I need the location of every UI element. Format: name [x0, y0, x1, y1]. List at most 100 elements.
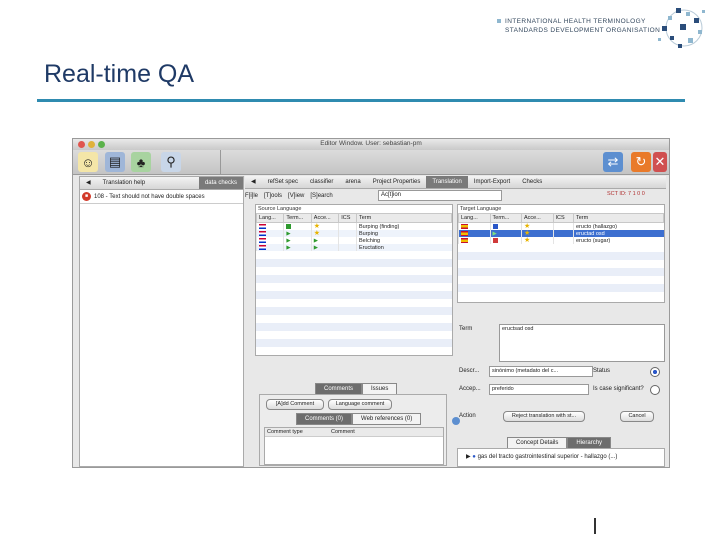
term-cell: Burping — [356, 230, 452, 237]
add-comment-button[interactable]: [A]dd Comment — [266, 399, 324, 410]
tab-comments-count[interactable]: Comments (0) — [296, 413, 353, 425]
us-flag-icon — [259, 244, 266, 250]
col-lang[interactable]: Lang... — [458, 213, 491, 223]
synonym-icon: ▶ — [286, 230, 291, 237]
editor-window: Editor Window. User: sebastian-pm ☺ ▤ ♣ … — [72, 138, 670, 468]
tab-arena[interactable]: arena — [339, 176, 366, 188]
tab-back-arrow-main[interactable]: ◀ — [245, 176, 262, 188]
table-row-selected[interactable]: ▶ ★ eructad osd — [458, 230, 664, 237]
sync-icon[interactable]: ⇄ — [603, 152, 623, 172]
error-icon: ■ — [82, 192, 91, 201]
help-icon[interactable] — [452, 417, 460, 425]
description-type-select[interactable]: sinónimo (metadato del c... — [489, 366, 593, 377]
col-ics[interactable]: ICS — [338, 213, 357, 223]
preferred-star-icon: ★ — [524, 222, 531, 230]
term-cell: eructo (sugar) — [573, 237, 664, 244]
source-terms-table: Lang... Term... Acce... ICS Term ★ Burpin… — [255, 213, 452, 251]
left-tabbar: ◀ Translation help data checks — [80, 177, 243, 190]
acceptability-label: Accep... — [459, 386, 481, 392]
tab-classifier[interactable]: classifier — [304, 176, 339, 188]
language-comment-select[interactable]: Language comment — [328, 399, 392, 410]
table-header: Lang... Term... Acce... ICS Term — [458, 213, 664, 223]
edit-icon[interactable]: ▤ — [105, 152, 125, 172]
col-ics[interactable]: ICS — [552, 213, 575, 223]
table-row[interactable]: ★ Burping (finding) — [255, 222, 452, 230]
synonym-icon: ▶ — [286, 237, 291, 244]
expand-icon[interactable]: ▶ — [466, 454, 471, 460]
menu-file[interactable]: F[i]le — [245, 193, 258, 199]
col-lang[interactable]: Lang... — [255, 213, 285, 223]
qa-message-text: 108 - Text should not have double spaces — [94, 193, 205, 200]
col-term-type[interactable]: Term... — [489, 213, 523, 223]
col-acceptability[interactable]: Acce... — [310, 213, 340, 223]
us-flag-icon — [259, 230, 266, 236]
preferred-star-icon: ★ — [313, 222, 321, 230]
main-area: ◀ refSet spec classifier arena Project P… — [245, 176, 666, 467]
tab-translation[interactable]: Translation — [426, 176, 468, 188]
table-row[interactable]: ★ eructo (sugar) — [458, 236, 664, 244]
preferred-star-icon: ★ — [524, 236, 531, 244]
org-name: INTERNATIONAL HEALTH TERMINOLOGY STANDAR… — [497, 17, 660, 35]
term-cell: Belching — [356, 237, 452, 244]
fsn-icon — [286, 223, 292, 229]
org-logo-icon — [658, 8, 705, 48]
col-term[interactable]: Term — [573, 213, 664, 223]
term-label: Term — [459, 326, 473, 332]
retired-icon — [492, 237, 498, 243]
hierarchy-row[interactable]: ▶ ● gas del tracto gastrointestinal supe… — [458, 449, 664, 460]
refresh-icon[interactable]: ↻ — [631, 152, 651, 172]
action-field[interactable]: Ac[t]ion — [378, 190, 502, 201]
qa-message[interactable]: ■ 108 - Text should not have double spac… — [82, 192, 205, 201]
col-acceptability[interactable]: Acce... — [521, 213, 554, 223]
tree-icon[interactable]: ♣ — [131, 152, 151, 172]
concept-icon: ● — [472, 454, 476, 460]
synonym-icon: ▶ — [286, 244, 291, 251]
action-select[interactable]: Reject translation with st... — [503, 411, 585, 422]
empty-rows — [458, 244, 664, 298]
concept-details-panel: ▶ ● gas del tracto gastrointestinal supe… — [457, 448, 665, 467]
table-row[interactable]: ★ eructo (hallazgo) — [458, 222, 664, 230]
col-term-type[interactable]: Term... — [283, 213, 312, 223]
acceptability-select[interactable]: preferido — [489, 384, 589, 395]
col-comment[interactable]: Comment — [331, 428, 355, 436]
footer-divider — [594, 518, 596, 534]
tab-web-references[interactable]: Web references (0) — [352, 413, 422, 425]
table-row[interactable]: ▶ ▶ Belching — [255, 237, 452, 244]
tab-refset-spec[interactable]: refSet spec — [262, 176, 304, 188]
cancel-icon[interactable]: ✕ — [653, 152, 667, 172]
menu-search[interactable]: [S]earch — [310, 193, 332, 199]
hierarchy-row-text: gas del tracto gastrointestinal superior… — [477, 454, 618, 460]
cancel-button[interactable]: Cancel — [620, 411, 654, 422]
col-comment-type[interactable]: Comment type — [265, 428, 331, 436]
tab-data-checks[interactable]: data checks — [198, 177, 243, 189]
term-cell: eructad osd — [573, 230, 664, 237]
sctid-label: SCT ID: 7 1 0 0 — [607, 191, 645, 197]
comments-table: Comment type Comment — [264, 427, 444, 465]
tab-back-arrow[interactable]: ◀ — [80, 177, 97, 189]
tab-project-properties[interactable]: Project Properties — [367, 176, 427, 188]
fsn-icon — [492, 223, 498, 229]
preferred-star-icon: ★ — [313, 229, 321, 237]
message-divider — [80, 203, 243, 204]
source-language-panel: Source Language Lang... Term... Acce... … — [255, 204, 453, 356]
col-term[interactable]: Term — [356, 213, 452, 223]
case-significance-radio[interactable] — [650, 385, 660, 395]
slide-title: Real-time QA — [44, 60, 195, 88]
term-editor[interactable]: eructsad osd — [499, 324, 665, 362]
table-row[interactable]: ▶ ▶ Eructation — [255, 244, 452, 251]
menu-tools[interactable]: [T]ools — [264, 193, 282, 199]
window-title: Editor Window. User: sebastian-pm — [320, 140, 422, 147]
tab-checks[interactable]: Checks — [516, 176, 548, 188]
status-radio[interactable] — [650, 367, 660, 377]
synonym-icon: ▶ — [492, 230, 497, 237]
search-icon[interactable]: ⚲ — [161, 152, 181, 172]
acceptable-icon: ▶ — [313, 237, 319, 244]
case-significance-label: Is case significant? — [593, 386, 644, 392]
tab-import-export[interactable]: Import-Export — [468, 176, 516, 188]
tab-translation-help[interactable]: Translation help — [97, 177, 151, 189]
menu-view[interactable]: [V]iew — [288, 193, 304, 199]
new-concept-icon[interactable]: ☺ — [78, 152, 98, 172]
table-row[interactable]: ▶ ★ Burping — [255, 229, 452, 237]
comments-subtabs: Comments (0) Web references (0) — [296, 413, 422, 425]
term-cell: Burping (finding) — [356, 222, 452, 230]
